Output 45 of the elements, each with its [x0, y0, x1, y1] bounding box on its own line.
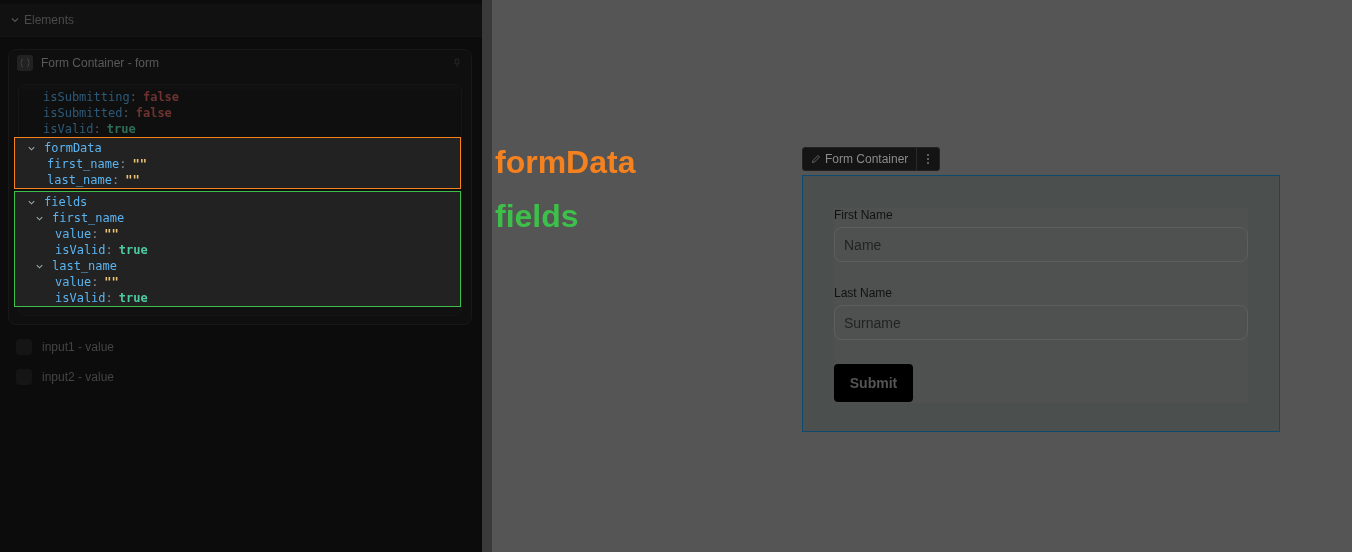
state-key: first_name	[47, 157, 120, 171]
state-value: false	[135, 106, 172, 120]
colon-separator: :	[122, 106, 130, 120]
state-value: ""	[104, 227, 119, 241]
state-value: ""	[132, 157, 147, 171]
section-header[interactable]: Elements	[0, 4, 482, 37]
state-key: isValid	[55, 243, 106, 257]
field-label: First Name	[834, 208, 893, 222]
field-label: Last Name	[834, 286, 893, 300]
callout-label: fields	[495, 198, 579, 235]
colon-separator: :	[105, 243, 113, 257]
colon-separator: :	[91, 275, 99, 289]
pencil-icon	[811, 154, 821, 164]
colon-separator: :	[105, 291, 113, 305]
state-key: value	[55, 227, 92, 241]
state-key: last_name	[52, 259, 118, 273]
state-key: isSubmitting	[43, 90, 130, 104]
state-value: true	[106, 122, 136, 136]
state-key: fields	[44, 195, 88, 209]
colon-separator: :	[112, 173, 120, 187]
colon-separator: :	[91, 227, 99, 241]
state-value: true	[118, 243, 148, 257]
section-title: Elements	[24, 13, 75, 27]
chevron-icon	[10, 15, 20, 25]
state-value: true	[118, 291, 148, 305]
edit-button[interactable]: Form Container	[803, 148, 918, 170]
state-key: last_name	[47, 173, 113, 187]
state-key: formData	[44, 141, 102, 155]
item-label[interactable]: input2 - value	[42, 370, 115, 384]
state-key: isValid	[43, 122, 94, 136]
submit-button[interactable]: Submit	[834, 364, 913, 402]
colon-separator: :	[129, 90, 137, 104]
callout-label: formData	[495, 144, 636, 181]
state-key: isValid	[55, 291, 106, 305]
colon-separator: :	[93, 122, 101, 136]
colon-separator: :	[119, 157, 127, 171]
state-key: value	[55, 275, 92, 289]
state-key: isSubmitted	[43, 106, 123, 120]
braces-icon	[17, 55, 33, 71]
item-label[interactable]: input1 - value	[42, 340, 115, 354]
state-value: ""	[125, 173, 140, 187]
state-value: false	[142, 90, 180, 104]
state-value: ""	[104, 275, 119, 289]
card-title: Form Container - form	[41, 56, 161, 70]
state-key: first_name	[52, 211, 125, 225]
